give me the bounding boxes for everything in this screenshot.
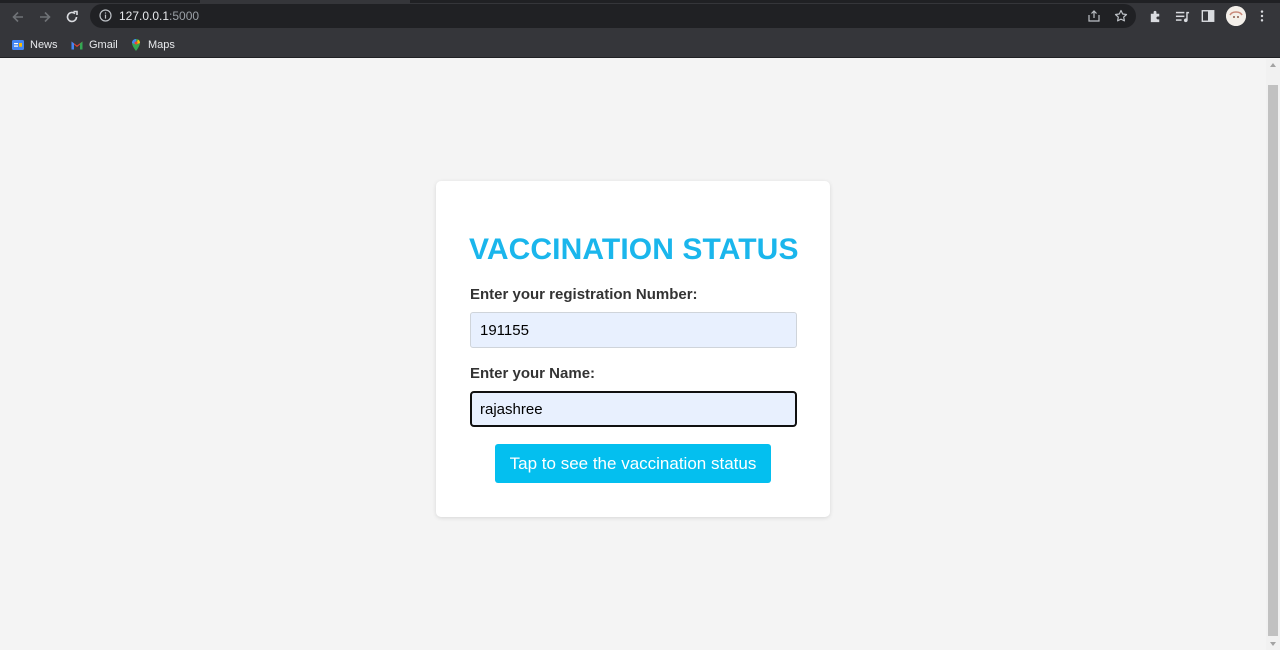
page-viewport: VACCINATION STATUS Enter your registrati… — [0, 59, 1266, 650]
google-maps-icon — [132, 39, 141, 51]
vaccination-form-card: VACCINATION STATUS Enter your registrati… — [436, 181, 830, 517]
extensions-button[interactable] — [1147, 8, 1163, 24]
name-label: Enter your Name: — [470, 365, 596, 382]
puzzle-icon — [1150, 10, 1159, 22]
arrow-right-icon — [40, 11, 51, 23]
google-news-icon — [12, 40, 24, 50]
url-host: 127.0.0.1 — [119, 9, 170, 23]
bookmark-star-icon[interactable] — [1114, 9, 1128, 23]
side-panel-icon — [1201, 10, 1215, 22]
scroll-down-arrow-icon[interactable] — [1270, 642, 1276, 646]
gmail-icon — [71, 41, 83, 50]
scrollbar-thumb[interactable] — [1268, 85, 1278, 636]
bookmark-label: News — [30, 39, 58, 51]
see-vaccination-status-button[interactable]: Tap to see the vaccination status — [495, 444, 771, 483]
info-icon[interactable] — [99, 9, 112, 22]
active-tab[interactable] — [200, 0, 410, 3]
url-port: :5000 — [169, 9, 200, 23]
bookmark-gmail[interactable]: Gmail — [70, 36, 118, 54]
page-scrollbar[interactable] — [1266, 59, 1280, 650]
profile-avatar[interactable] — [1226, 6, 1246, 26]
reload-button[interactable] — [61, 6, 83, 28]
address-bar[interactable]: 127.0.0.1:5000 — [90, 4, 1136, 28]
name-input[interactable] — [470, 391, 797, 427]
bookmark-label: Gmail — [89, 39, 118, 51]
more-vert-icon — [1260, 10, 1264, 22]
queue-music-icon — [1175, 11, 1189, 22]
share-icon[interactable] — [1087, 9, 1101, 23]
url-text[interactable]: 127.0.0.1:5000 — [119, 9, 199, 23]
reading-list-button[interactable] — [1174, 8, 1190, 24]
page-title: VACCINATION STATUS — [469, 233, 799, 266]
registration-number-label: Enter your registration Number: — [470, 286, 698, 303]
scroll-up-arrow-icon[interactable] — [1270, 63, 1276, 67]
arrow-left-icon — [12, 11, 23, 23]
registration-number-input[interactable] — [470, 312, 797, 348]
bookmark-news[interactable]: News — [11, 36, 58, 54]
back-button[interactable] — [7, 6, 29, 28]
avatar-icon — [1226, 6, 1246, 26]
forward-button[interactable] — [34, 6, 56, 28]
reload-icon — [66, 10, 78, 23]
bookmarks-bar: News Gmail Maps — [0, 32, 1280, 58]
browser-toolbar: 127.0.0.1:5000 — [0, 0, 1280, 32]
tab-strip — [0, 0, 1280, 3]
chrome-menu-button[interactable] — [1254, 8, 1270, 24]
side-panel-button[interactable] — [1200, 8, 1216, 24]
bookmark-maps[interactable]: Maps — [129, 36, 175, 54]
bookmark-label: Maps — [148, 39, 175, 51]
